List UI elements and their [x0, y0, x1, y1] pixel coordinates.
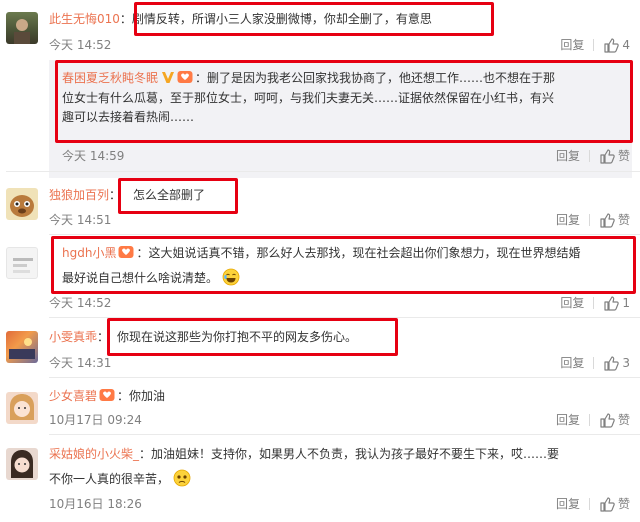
- comment-username[interactable]: 少女喜碧: [49, 389, 97, 403]
- action-divider: [593, 297, 595, 309]
- reply-button[interactable]: 回复: [556, 496, 580, 512]
- comment-text: 你加油: [129, 389, 166, 403]
- reply-label: 回复: [555, 497, 580, 511]
- thumb-up-icon: [604, 296, 620, 311]
- comment-time: 今天 14:52: [49, 296, 112, 310]
- avatar[interactable]: [6, 392, 38, 424]
- action-divider: [588, 214, 590, 226]
- reply-label: 回复: [560, 38, 585, 52]
- reply-label: 回复: [560, 296, 585, 310]
- comment-time: 今天 14:59: [62, 149, 125, 163]
- avatar[interactable]: [6, 12, 38, 44]
- like-label: 赞: [617, 413, 630, 427]
- highlight-box: [55, 60, 633, 143]
- comment-text-line: 不你一人真的很辛苦，: [49, 472, 170, 486]
- reply-button[interactable]: 回复: [556, 412, 580, 428]
- action-divider: [588, 150, 590, 162]
- reply-button[interactable]: 回复: [560, 355, 584, 371]
- reply-label: 回复: [555, 213, 580, 227]
- reply-button[interactable]: 回复: [556, 148, 580, 164]
- thumb-up-icon: [604, 38, 620, 53]
- reply-label: 回复: [555, 149, 580, 163]
- like-button[interactable]: 赞: [599, 148, 630, 164]
- like-button[interactable]: 1: [603, 295, 630, 311]
- comment-time: 今天 14:51: [49, 213, 112, 227]
- avatar[interactable]: [6, 331, 38, 363]
- reply-button[interactable]: 回复: [556, 212, 580, 228]
- comment-time: 10月16日 18:26: [49, 497, 142, 511]
- thumb-up-icon: [600, 213, 615, 228]
- action-divider: [593, 39, 595, 51]
- highlight-box: [51, 236, 636, 294]
- highlight-box: [134, 2, 494, 36]
- comment-username[interactable]: 小雯真乖: [49, 330, 97, 344]
- like-label: 赞: [617, 497, 630, 511]
- comment-separator: ：: [117, 389, 130, 403]
- comment-divider: [49, 434, 640, 435]
- comment-time: 今天 14:31: [49, 356, 112, 370]
- like-count: 4: [622, 38, 630, 52]
- action-divider: [588, 414, 590, 426]
- thumb-up-icon: [604, 356, 620, 371]
- action-divider: [593, 357, 595, 369]
- reply-button[interactable]: 回复: [560, 295, 584, 311]
- like-count: 1: [622, 296, 630, 310]
- like-count: 3: [622, 356, 630, 370]
- sad-emoji-icon: [173, 469, 191, 487]
- comment-username[interactable]: 采姑娘的小火柴_: [49, 447, 139, 461]
- comment-text: 加油姐妹！支持你，如果男人不负责，我认为孩子最好不要生下来，哎……要: [151, 447, 560, 461]
- comment-time: 10月17日 09:24: [49, 413, 142, 427]
- like-label: 赞: [617, 149, 630, 163]
- like-button[interactable]: 4: [603, 37, 630, 53]
- comment-username[interactable]: 独狼加百列: [49, 188, 109, 202]
- comment-separator: ：: [139, 447, 152, 461]
- reply-label: 回复: [560, 356, 585, 370]
- like-button[interactable]: 赞: [599, 496, 630, 512]
- action-divider: [588, 498, 590, 510]
- avatar[interactable]: [6, 188, 38, 220]
- thumb-up-icon: [600, 149, 615, 164]
- reply-label: 回复: [555, 413, 580, 427]
- comment-username[interactable]: 此生无悔010: [49, 12, 120, 26]
- avatar[interactable]: [6, 247, 38, 279]
- highlight-box: [118, 178, 238, 214]
- comment-separator: ：: [119, 12, 132, 26]
- reply-button[interactable]: 回复: [560, 37, 584, 53]
- highlight-box: [107, 318, 398, 356]
- avatar[interactable]: [6, 448, 38, 480]
- thumb-up-icon: [600, 413, 615, 428]
- comment-divider: [49, 234, 640, 235]
- member-badge-icon: [99, 389, 115, 401]
- comment-divider: [49, 377, 640, 378]
- like-button[interactable]: 赞: [599, 412, 630, 428]
- like-button[interactable]: 赞: [599, 212, 630, 228]
- comment-divider: [6, 171, 640, 172]
- comment-time: 今天 14:52: [49, 38, 112, 52]
- like-label: 赞: [617, 213, 630, 227]
- thumb-up-icon: [600, 497, 615, 512]
- like-button[interactable]: 3: [603, 355, 630, 371]
